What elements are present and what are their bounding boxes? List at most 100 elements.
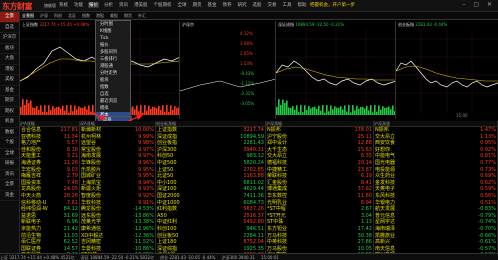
menu-option[interactable]: Tick	[96, 35, 130, 42]
menu-option[interactable]: K线图	[96, 28, 130, 35]
sub-tab[interactable]: 美股	[110, 13, 118, 19]
menu-option[interactable]: 分时图	[96, 21, 130, 28]
table-row[interactable]: 凯撒旅业 -0.66%	[374, 233, 497, 240]
table-row[interactable]: 国城矿业 9.95%	[80, 173, 155, 180]
sidebar-item[interactable]: 美股	[0, 75, 19, 86]
window-controls[interactable]: – ▢ ✕	[462, 1, 495, 8]
table-row[interactable]: 梅雁吉祥 2.79	[20, 173, 79, 180]
menu-item[interactable]: 系统	[58, 2, 69, 8]
sidebar-item[interactable]: 资金	[0, 191, 19, 201]
table-row[interactable]: 天能重工 3.21	[20, 153, 79, 160]
menu-item[interactable]: 基金	[207, 2, 218, 8]
sub-tab[interactable]: 期货	[124, 13, 132, 19]
table-row[interactable]: 茂莱光学 -13.38%	[80, 219, 155, 226]
table-row[interactable]: 郑中设计 12.88	[266, 140, 373, 147]
sidebar-item[interactable]: 全景	[0, 180, 19, 191]
menu-item[interactable]: 研究	[237, 2, 248, 8]
table-row[interactable]: 腾龙股份 -14.53%	[80, 206, 155, 213]
chart-pane-cy[interactable]: 创业板指 2281.43 -0.44% 15:00	[396, 21, 498, 119]
menu-option[interactable]: 最近浏览	[96, 98, 130, 105]
sidebar-item[interactable]: 期货	[0, 96, 19, 107]
table-row[interactable]: 佰仁医疗 62.52	[20, 239, 79, 246]
table-row[interactable]: 东方钽业 17.42	[266, 226, 373, 233]
table-row[interactable]: 格力地产 5.57	[20, 140, 79, 147]
menu-option[interactable]: 多股同列	[96, 49, 130, 56]
menu-item[interactable]: 资讯	[118, 2, 129, 8]
sidebar-item[interactable]: 研报	[0, 159, 19, 170]
sidebar-item[interactable]: 机会	[0, 117, 19, 128]
table-row[interactable]: 上证180 8752.04	[156, 239, 265, 246]
sub-tab[interactable]: 沪深	[40, 13, 48, 19]
menu-option[interactable]: 报价	[96, 42, 130, 49]
sub-tab[interactable]: 外汇	[138, 13, 146, 19]
table-row[interactable]: 新疆火炬 9.93%	[80, 186, 155, 193]
table-row[interactable]: 新瀚新材 10.00%	[80, 127, 155, 134]
menu-item[interactable]: 债券	[222, 2, 233, 8]
table-row[interactable]: 海南发展 9.97%	[80, 153, 155, 160]
table-row[interactable]: 高新兴 -0.61%	[374, 239, 497, 246]
sub-tab[interactable]: 全景图	[22, 13, 34, 19]
table-row[interactable]: 中证500 5820.24	[156, 160, 265, 167]
sidebar-item[interactable]: 大盘	[0, 54, 19, 65]
menu-option[interactable]: 指数	[96, 84, 130, 91]
menu-item[interactable]: 选股	[252, 2, 263, 8]
menu-item[interactable]: 交易	[267, 2, 278, 8]
table-row[interactable]: 航天发展 -0.83%	[374, 206, 497, 213]
table-row[interactable]: 中天火箭 28.26	[20, 193, 79, 200]
table-row[interactable]: ST中珠 1.13	[266, 219, 373, 226]
table-row[interactable]: 京能热力 21.42	[20, 226, 79, 233]
sub-tab[interactable]: 北证	[68, 13, 76, 19]
table-row[interactable]: 中能电气 0.81%	[374, 153, 497, 160]
table-row[interactable]: 红利指数 5637.26	[156, 206, 265, 213]
menu-item[interactable]: 报价	[88, 2, 99, 8]
table-row[interactable]: 科创50 983.12	[156, 153, 265, 160]
table-row[interactable]: N振邦 1.47%	[374, 127, 497, 134]
table-row[interactable]: 远望谷 9.98%	[80, 140, 155, 147]
table-row[interactable]: 经纬恒润-W 84.12	[20, 206, 79, 213]
sub-tab[interactable]: 指数	[82, 13, 90, 19]
sub-tab[interactable]: 港股	[96, 13, 104, 19]
table-row[interactable]: 西安饮食 0.95%	[374, 140, 497, 147]
promo-banner[interactable]: 把握机会，开户第一步	[310, 2, 355, 8]
table-row[interactable]: N振邦 178.01	[266, 127, 373, 134]
table-row[interactable]: 科创100 946.51	[156, 226, 265, 233]
table-row[interactable]: 交大昂立 6.35	[266, 153, 373, 160]
sidebar-item[interactable]: 期权	[0, 107, 19, 117]
table-row[interactable]: 新联电子 6.96	[20, 219, 79, 226]
table-row[interactable]: 合合信息 217.81	[20, 127, 79, 134]
sub-tab[interactable]: 科创	[54, 13, 62, 19]
sidebar-item[interactable]: 数据	[0, 128, 19, 138]
menu-option[interactable]: 自选	[96, 91, 130, 98]
sidebar-item[interactable]: 板块	[0, 44, 19, 54]
menu-item[interactable]: 功能	[73, 2, 84, 8]
table-row[interactable]: 北证50 1163.88	[156, 173, 265, 180]
table-row[interactable]: 龙高股份 24.05	[20, 186, 79, 193]
table-row[interactable]: 国证2000 7411.36	[156, 193, 265, 200]
table-row[interactable]: 海通证券 11.26	[20, 160, 79, 167]
table-row[interactable]: 深证100 4629.44	[156, 186, 265, 193]
table-row[interactable]: 东风科技 0.56%	[374, 193, 497, 200]
menu-item[interactable]: 全球	[177, 2, 188, 8]
menu-option[interactable]: 板块	[96, 77, 130, 84]
table-row[interactable]: 国光电器 0.77%	[374, 160, 497, 167]
table-row[interactable]: 创业板指 2281.43	[156, 140, 265, 147]
chart-pane-list[interactable]: 沪深京 4.12% 3.08% 2.05% 1.53% -0.43% -1.12% -…	[180, 21, 276, 119]
table-row[interactable]: 星网宇达 -0.74%	[374, 219, 497, 226]
table-row[interactable]: 智度股份 9.92%	[80, 193, 155, 200]
menu-item[interactable]: 帮助	[297, 2, 308, 8]
sidebar-item[interactable]: 自选	[0, 23, 19, 33]
menu-option[interactable]: 三板排行	[96, 56, 130, 63]
menu-option[interactable]: 分时走势	[96, 70, 130, 77]
table-row[interactable]: 众生药业 0.69%	[374, 173, 497, 180]
menu-item[interactable]: 工具	[282, 2, 293, 8]
menu-item[interactable]: 个股期权	[153, 2, 173, 8]
table-row[interactable]: 中证红利 5492.80	[156, 219, 265, 226]
table-row[interactable]: 中英科技 27.86	[266, 239, 373, 246]
table-row[interactable]: 华锋股份 9.96%	[80, 160, 155, 167]
sidebar-item[interactable]: 全球	[0, 149, 19, 159]
table-row[interactable]: 华东数控 11.80	[266, 193, 373, 200]
chart-pane-sz[interactable]: 深证成指 10894.59 -22.50 -0.21%	[276, 21, 396, 119]
table-row[interactable]: 吉冈精密 -11.52%	[80, 239, 155, 246]
sidebar-item[interactable]: 基金	[0, 86, 19, 96]
sidebar-item[interactable]: 沪深京	[0, 33, 19, 44]
